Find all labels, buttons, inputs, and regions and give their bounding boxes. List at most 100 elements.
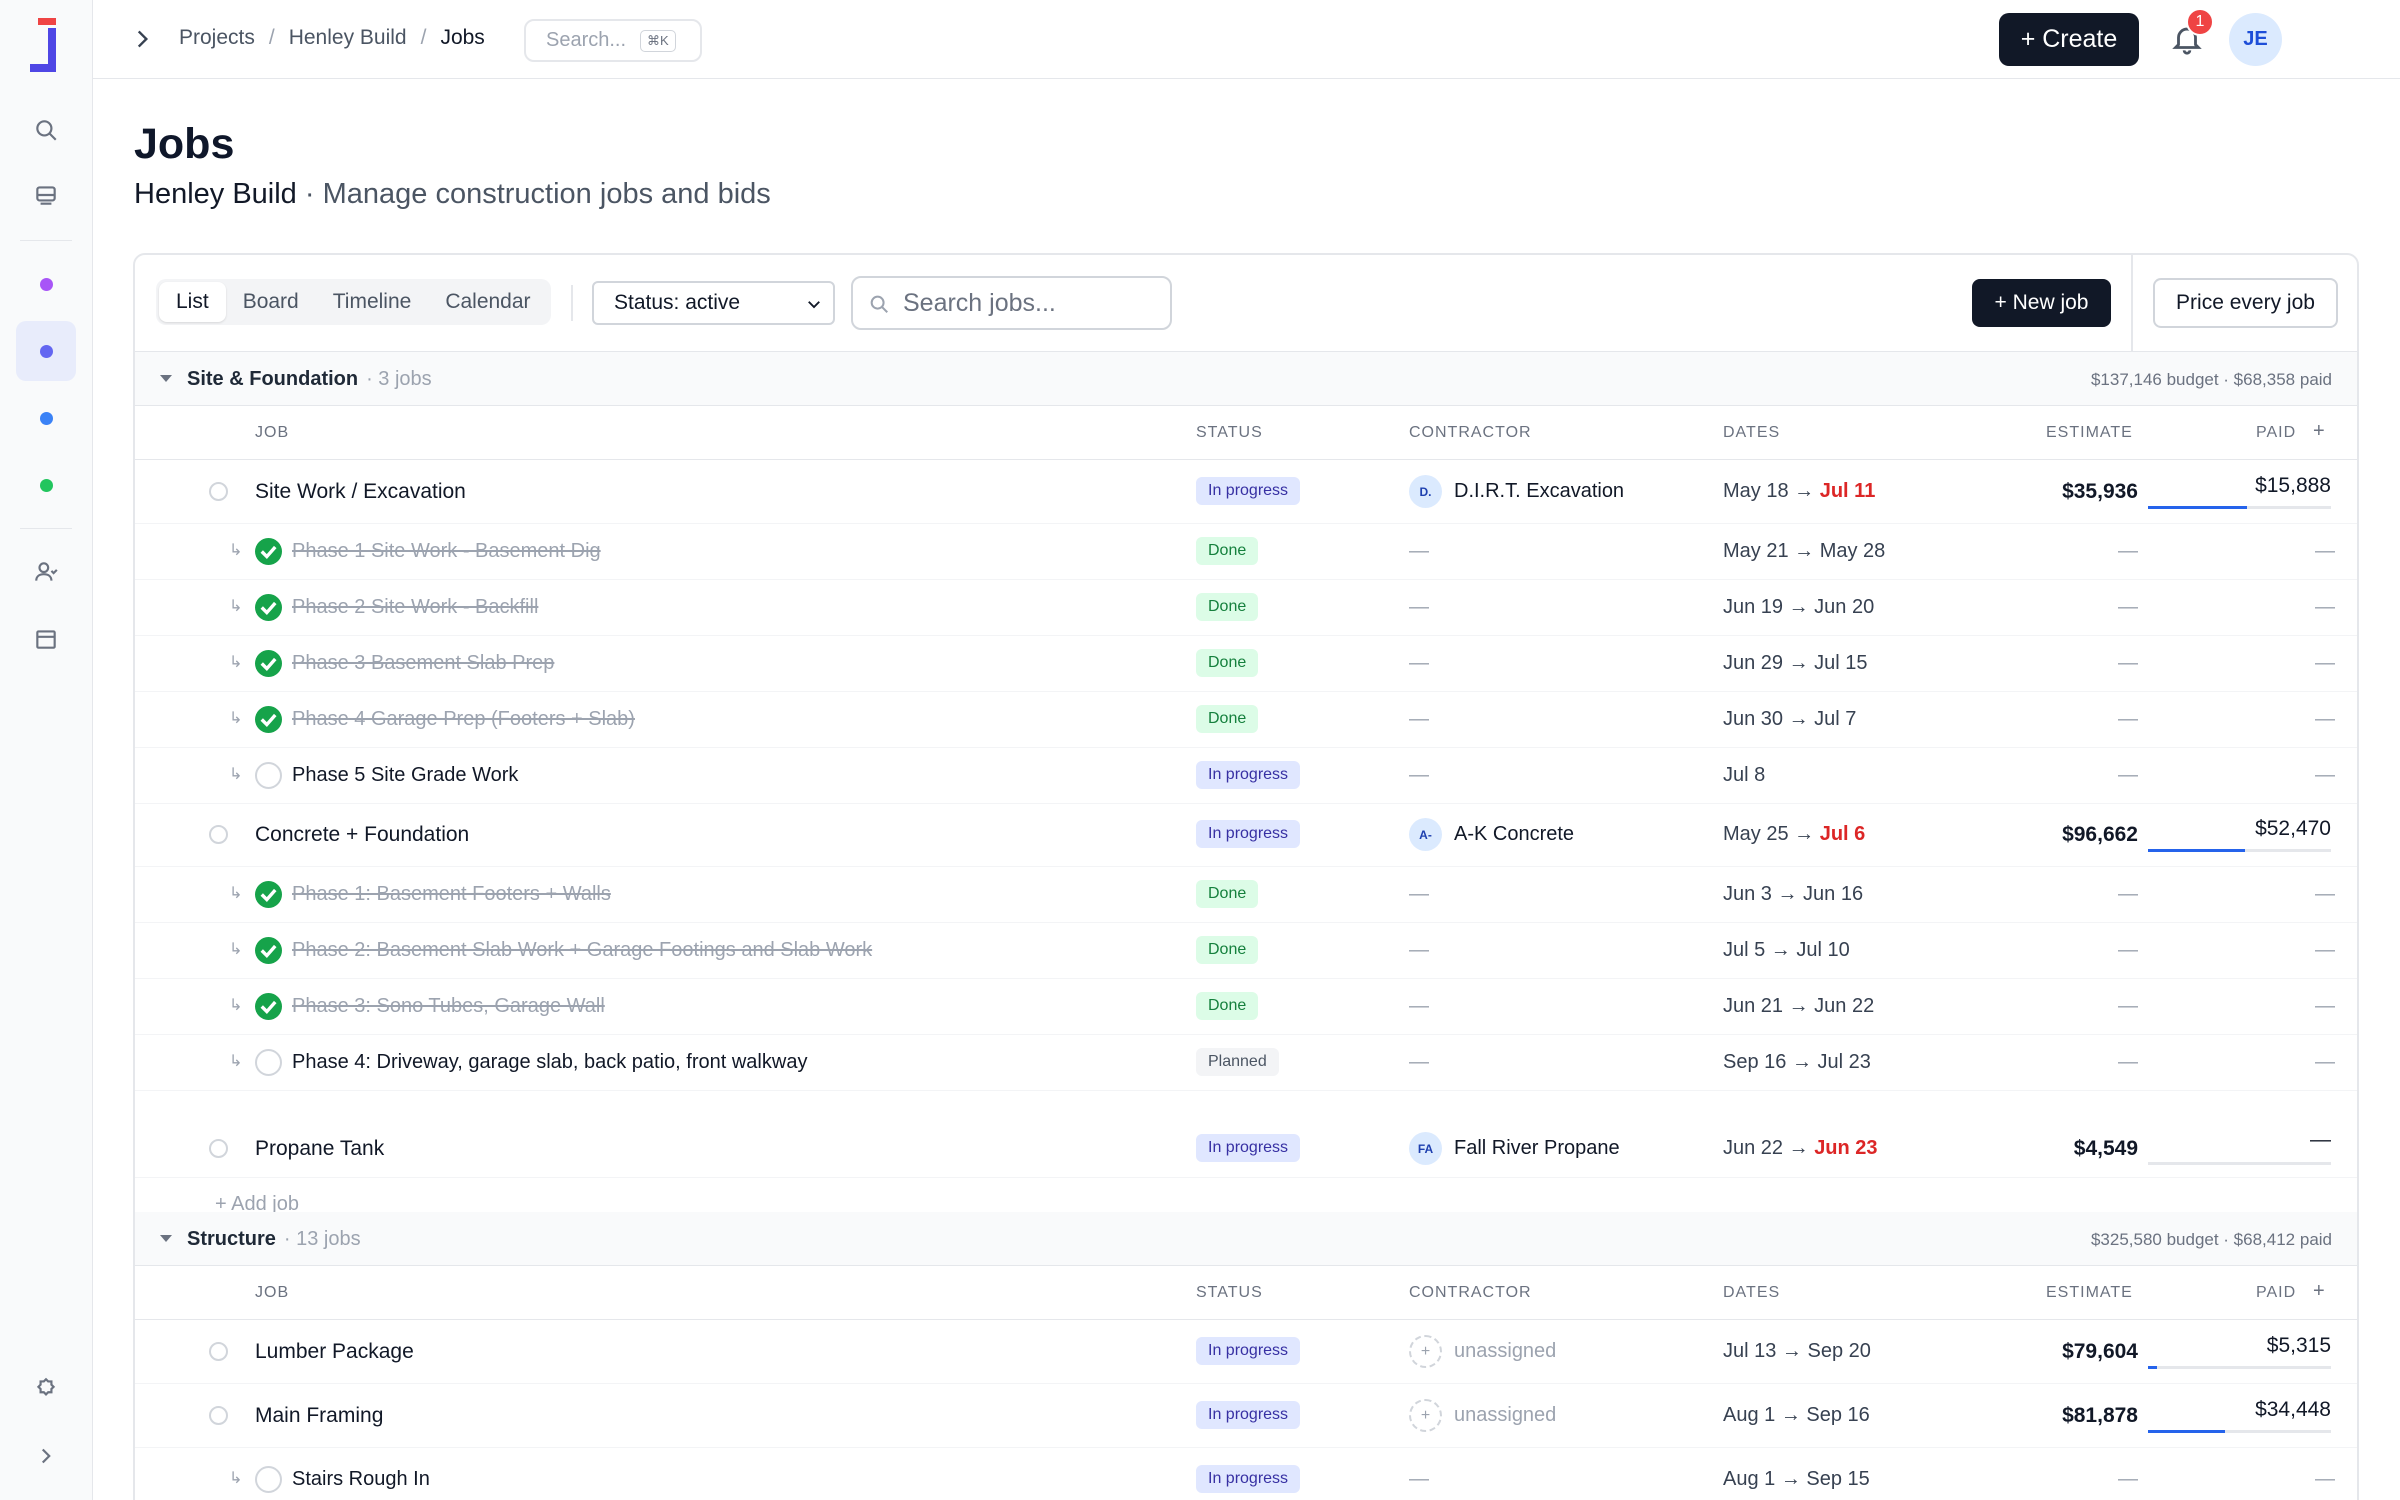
table-row[interactable]: Concrete + Foundation In progress A- A-K… — [135, 803, 2357, 867]
paid-value[interactable]: — — [2315, 764, 2335, 787]
job-name[interactable]: Lumber Package — [255, 1340, 414, 1364]
status-badge[interactable]: In progress — [1196, 1401, 1301, 1429]
subtask-row[interactable]: ↳ Phase 3: Sono Tubes, Garage Wall Done — Ju… — [135, 979, 2357, 1035]
paid-value[interactable]: — — [2191, 1128, 2331, 1152]
col-estimate[interactable]: ESTIMATE — [2046, 1284, 2133, 1302]
col-status[interactable]: STATUS — [1196, 424, 1263, 442]
date-range[interactable]: May 25 → Jul 6 — [1723, 823, 1865, 846]
job-name[interactable]: Concrete + Foundation — [255, 823, 469, 847]
add-column-button[interactable]: + — [2313, 1280, 2326, 1303]
contractor-cell[interactable]: — — [1409, 596, 1429, 619]
expand-icon[interactable] — [16, 1426, 76, 1486]
breadcrumb-projects[interactable]: Projects — [179, 26, 255, 50]
check-circle-icon[interactable] — [255, 706, 282, 733]
date-range[interactable]: Aug 1 → Sep 15 — [1723, 1468, 1870, 1491]
table-row[interactable]: Main Framing In progress + unassigned Au… — [135, 1384, 2357, 1448]
contractor-cell[interactable]: FA Fall River Propane — [1409, 1132, 1620, 1165]
project-dot-indigo[interactable] — [16, 321, 76, 381]
contractor-cell[interactable]: D. D.I.R.T. Excavation — [1409, 475, 1624, 508]
contractor-cell[interactable]: A- A-K Concrete — [1409, 818, 1574, 851]
tab-calendar[interactable]: Calendar — [428, 282, 547, 322]
job-search-input[interactable]: Search jobs... — [851, 276, 1172, 330]
col-estimate[interactable]: ESTIMATE — [2046, 424, 2133, 442]
subtask-row[interactable]: ↳ Phase 1 Site Work - Basement Dig Done — Ma… — [135, 524, 2357, 580]
paid-value[interactable]: — — [2315, 1468, 2335, 1491]
paid-value[interactable]: — — [2315, 939, 2335, 962]
contractor-cell[interactable]: + unassigned — [1409, 1335, 1556, 1368]
date-range[interactable]: Jun 30 → Jul 7 — [1723, 708, 1856, 731]
status-badge[interactable]: Done — [1196, 936, 1259, 964]
table-row[interactable]: Lumber Package In progress + unassigned … — [135, 1320, 2357, 1384]
check-circle-icon[interactable] — [255, 594, 282, 621]
estimate-value[interactable]: — — [2118, 652, 2138, 675]
paid-value[interactable]: — — [2315, 1051, 2335, 1074]
status-badge[interactable]: Done — [1196, 880, 1259, 908]
contractor-cell[interactable]: — — [1409, 1051, 1429, 1074]
table-row[interactable]: Propane Tank In progress FA Fall River P… — [135, 1120, 2357, 1178]
add-column-button[interactable]: + — [2313, 420, 2326, 443]
status-badge[interactable]: In progress — [1196, 477, 1301, 505]
date-range[interactable]: Jul 5 → Jul 10 — [1723, 939, 1850, 962]
estimate-value[interactable]: $4,549 — [1998, 1137, 2138, 1161]
contractor-cell[interactable]: — — [1409, 652, 1429, 675]
check-circle-icon[interactable] — [255, 650, 282, 677]
job-status-radio[interactable] — [209, 1342, 228, 1361]
contractor-cell[interactable]: — — [1409, 764, 1429, 787]
date-range[interactable]: Jun 22 → Jun 23 — [1723, 1137, 1878, 1160]
assign-contractor-icon[interactable]: + — [1409, 1335, 1442, 1368]
status-badge[interactable]: In progress — [1196, 761, 1301, 789]
col-paid[interactable]: PAID — [2256, 1284, 2296, 1302]
subtask-row[interactable]: ↳ Phase 3 Basement Slab Prep Done — Jun 29 →… — [135, 636, 2357, 692]
estimate-value[interactable]: $81,878 — [1998, 1404, 2138, 1428]
search-icon[interactable] — [16, 100, 76, 160]
date-range[interactable]: Aug 1 → Sep 16 — [1723, 1404, 1870, 1427]
job-name[interactable]: Site Work / Excavation — [255, 480, 466, 504]
status-badge[interactable]: Done — [1196, 705, 1259, 733]
job-status-radio[interactable] — [209, 1406, 228, 1425]
global-search-input[interactable]: Search... ⌘K — [524, 19, 702, 62]
subtask-status-circle[interactable] — [255, 1466, 282, 1493]
job-status-radio[interactable] — [209, 482, 228, 501]
status-filter-select[interactable]: Status: active — [592, 281, 835, 325]
date-range[interactable]: Jul 8 — [1723, 764, 1765, 787]
subtask-row[interactable]: ↳ Phase 2: Basement Slab Work + Garage Fo… — [135, 923, 2357, 979]
paid-value[interactable]: — — [2315, 596, 2335, 619]
status-badge[interactable]: In progress — [1196, 820, 1301, 848]
project-dot-blue[interactable] — [16, 388, 76, 448]
date-range[interactable]: May 18 → Jul 11 — [1723, 480, 1875, 503]
col-contractor[interactable]: CONTRACTOR — [1409, 1284, 1532, 1302]
group-header[interactable]: Structure · 13 jobs $325,580 budget · $68… — [135, 1212, 2357, 1266]
subtask-name[interactable]: Phase 1: Basement Footers + Walls — [292, 883, 611, 906]
estimate-value[interactable]: $35,936 — [1998, 480, 2138, 504]
check-circle-icon[interactable] — [255, 881, 282, 908]
estimate-value[interactable]: — — [2118, 764, 2138, 787]
table-row[interactable]: Site Work / Excavation In progress D. D.… — [135, 460, 2357, 524]
subtask-name[interactable]: Phase 4: Driveway, garage slab, back pat… — [292, 1051, 807, 1074]
subtask-name[interactable]: Phase 2: Basement Slab Work + Garage Foo… — [292, 939, 872, 962]
status-badge[interactable]: Done — [1196, 537, 1259, 565]
job-name[interactable]: Propane Tank — [255, 1137, 384, 1161]
estimate-value[interactable]: — — [2118, 883, 2138, 906]
subtask-row[interactable]: ↳ Stairs Rough In In progress — Aug 1 → Sep … — [135, 1448, 2357, 1500]
paid-value[interactable]: $15,888 — [2191, 474, 2331, 498]
col-contractor[interactable]: CONTRACTOR — [1409, 424, 1532, 442]
avatar[interactable]: JE — [2229, 13, 2282, 66]
date-range[interactable]: May 21 → May 28 — [1723, 540, 1885, 563]
estimate-value[interactable]: — — [2118, 1051, 2138, 1074]
estimate-value[interactable]: $96,662 — [1998, 823, 2138, 847]
estimate-value[interactable]: $79,604 — [1998, 1340, 2138, 1364]
paid-value[interactable]: $5,315 — [2191, 1334, 2331, 1358]
subtask-status-circle[interactable] — [255, 762, 282, 789]
contractor-cell[interactable]: — — [1409, 883, 1429, 906]
subtask-name[interactable]: Phase 4 Garage Prep (Footers + Slab) — [292, 708, 635, 731]
caret-down-icon[interactable] — [160, 1235, 172, 1242]
col-paid[interactable]: PAID — [2256, 424, 2296, 442]
subtask-row[interactable]: ↳ Phase 4 Garage Prep (Footers + Slab) Don… — [135, 692, 2357, 748]
app-logo[interactable] — [30, 18, 64, 74]
job-status-radio[interactable] — [209, 1139, 228, 1158]
create-button[interactable]: + Create — [1999, 13, 2139, 66]
col-dates[interactable]: DATES — [1723, 424, 1780, 442]
tab-board[interactable]: Board — [226, 282, 316, 322]
estimate-value[interactable]: — — [2118, 596, 2138, 619]
subtask-name[interactable]: Stairs Rough In — [292, 1468, 430, 1491]
